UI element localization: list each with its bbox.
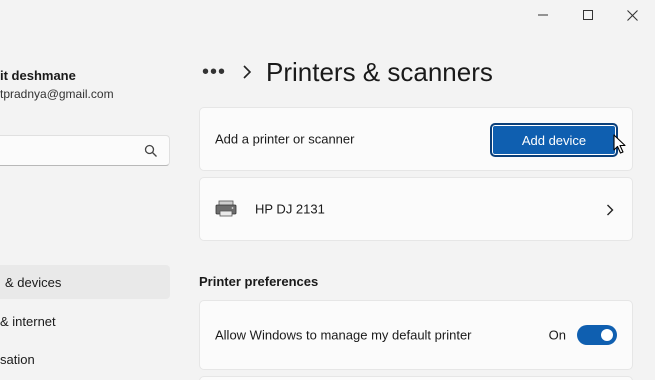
chevron-right-icon <box>607 204 614 216</box>
toggle-knob <box>601 329 613 341</box>
sidebar-item-internet[interactable]: & internet <box>0 304 56 338</box>
search-icon <box>144 144 157 157</box>
sidebar-item-personalisation[interactable]: sation <box>0 342 35 376</box>
add-device-button[interactable]: Add device <box>490 123 618 157</box>
printer-preferences-header: Printer preferences <box>199 274 319 289</box>
sidebar-item-label: & devices <box>5 274 62 290</box>
sidebar-item-label: & internet <box>0 313 56 329</box>
default-printer-toggle[interactable] <box>577 325 617 345</box>
sidebar-item-label: sation <box>0 351 35 367</box>
search-input[interactable] <box>3 142 133 160</box>
toggle-state-label: On <box>548 327 566 343</box>
main-content: ••• Printers & scanners Add a printer or… <box>185 0 655 380</box>
next-card-edge <box>199 376 633 380</box>
breadcrumb: ••• Printers & scanners <box>202 55 493 89</box>
sidebar: it deshmane tpradnya@gmail.com & devices… <box>0 0 185 380</box>
user-email: tpradnya@gmail.com <box>0 87 114 101</box>
default-printer-label: Allow Windows to manage my default print… <box>215 327 472 343</box>
chevron-right-icon <box>236 65 256 79</box>
printer-name: HP DJ 2131 <box>255 201 325 217</box>
search-box[interactable] <box>0 135 170 166</box>
breadcrumb-more-button[interactable]: ••• <box>202 61 236 84</box>
user-name: it deshmane <box>0 68 76 83</box>
page-title: Printers & scanners <box>266 56 493 87</box>
default-printer-setting: Allow Windows to manage my default print… <box>199 300 633 370</box>
add-printer-card: Add a printer or scanner Add device <box>199 107 633 171</box>
printer-icon <box>215 200 237 217</box>
add-printer-label: Add a printer or scanner <box>215 131 355 147</box>
printer-row[interactable]: HP DJ 2131 <box>199 177 633 241</box>
mouse-cursor-icon <box>613 134 626 154</box>
sidebar-item-devices[interactable]: & devices <box>0 265 170 299</box>
